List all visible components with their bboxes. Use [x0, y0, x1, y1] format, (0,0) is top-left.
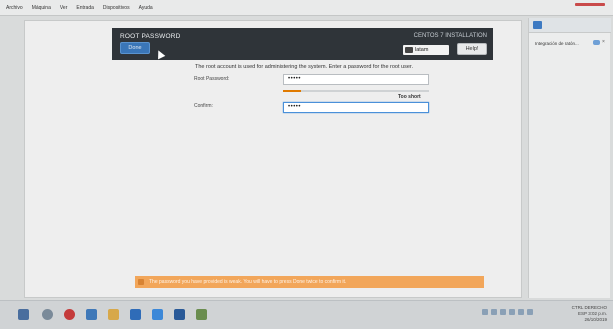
menu-dispositivos[interactable]: Dispositivos — [103, 5, 130, 11]
window-close-accent[interactable] — [575, 3, 605, 6]
form-description: The root account is used for administeri… — [195, 64, 413, 70]
close-icon[interactable]: × — [602, 39, 608, 45]
confirm-label: Confirm: — [194, 103, 213, 109]
keyboard-icon — [405, 47, 413, 53]
tray-icon[interactable] — [491, 309, 497, 315]
menu-entrada[interactable]: Entrada — [76, 5, 94, 11]
root-password-input[interactable]: ••••• — [283, 74, 429, 85]
help-button[interactable]: Help! — [457, 43, 487, 55]
side-panel: Integración de ratón... × — [528, 18, 611, 298]
tray-icon[interactable] — [482, 309, 488, 315]
file-explorer-icon[interactable] — [108, 309, 119, 320]
opera-icon[interactable] — [64, 309, 75, 320]
host-menubar: Archivo Máquina Ver Entrada Dispositivos… — [0, 0, 613, 16]
clock-time: 3:02 p.m. — [588, 311, 607, 316]
password-strength-text: Too short — [398, 94, 421, 100]
menu-ver[interactable]: Ver — [60, 5, 68, 11]
clock-date: 26/10/2019 — [584, 317, 607, 322]
vscode-icon[interactable] — [152, 309, 163, 320]
installer-header: ROOT PASSWORD Done CENTOS 7 INSTALLATION… — [112, 28, 493, 60]
keyboard-layout-label: latam — [415, 47, 429, 53]
side-panel-header — [529, 18, 611, 33]
tray-icon[interactable] — [500, 309, 506, 315]
system-tray-clock[interactable]: CTRL DERECHO ESP 3:02 p.m. 26/10/2019 — [572, 305, 607, 323]
warning-icon — [138, 279, 144, 285]
keyboard-layout-indicator[interactable]: latam — [403, 45, 449, 55]
menu-archivo[interactable]: Archivo — [6, 5, 23, 11]
done-button[interactable]: Done — [120, 42, 150, 54]
tray-icon[interactable] — [527, 309, 533, 315]
virtualbox-badge-icon[interactable] — [533, 21, 542, 29]
outlook-icon[interactable] — [130, 309, 141, 320]
virtualbox-icon[interactable] — [174, 309, 185, 320]
language-indicator[interactable]: ESP — [578, 311, 587, 316]
weak-password-warning[interactable]: The password you have provided is weak. … — [135, 276, 484, 288]
windows-start-icon[interactable] — [18, 309, 29, 320]
image-viewer-icon[interactable] — [196, 309, 207, 320]
vm-display — [24, 20, 522, 298]
toggle-icon[interactable] — [593, 40, 600, 45]
installer-subtitle: CENTOS 7 INSTALLATION — [413, 33, 487, 39]
menu-ayuda[interactable]: Ayuda — [139, 5, 153, 11]
search-icon[interactable] — [42, 309, 53, 320]
tray-icon[interactable] — [518, 309, 524, 315]
password-strength-fill — [283, 90, 301, 92]
tray-icons[interactable] — [482, 309, 533, 315]
warning-text: The password you have provided is weak. … — [149, 279, 347, 285]
save-icon[interactable] — [86, 309, 97, 320]
password-strength-bar — [283, 90, 429, 92]
taskbar: CTRL DERECHO ESP 3:02 p.m. 26/10/2019 — [0, 300, 613, 329]
confirm-password-input[interactable]: ••••• — [283, 102, 429, 113]
tray-icon[interactable] — [509, 309, 515, 315]
root-password-label: Root Password: — [194, 76, 230, 82]
menu-maquina[interactable]: Máquina — [32, 5, 51, 11]
page-title: ROOT PASSWORD — [120, 33, 181, 40]
